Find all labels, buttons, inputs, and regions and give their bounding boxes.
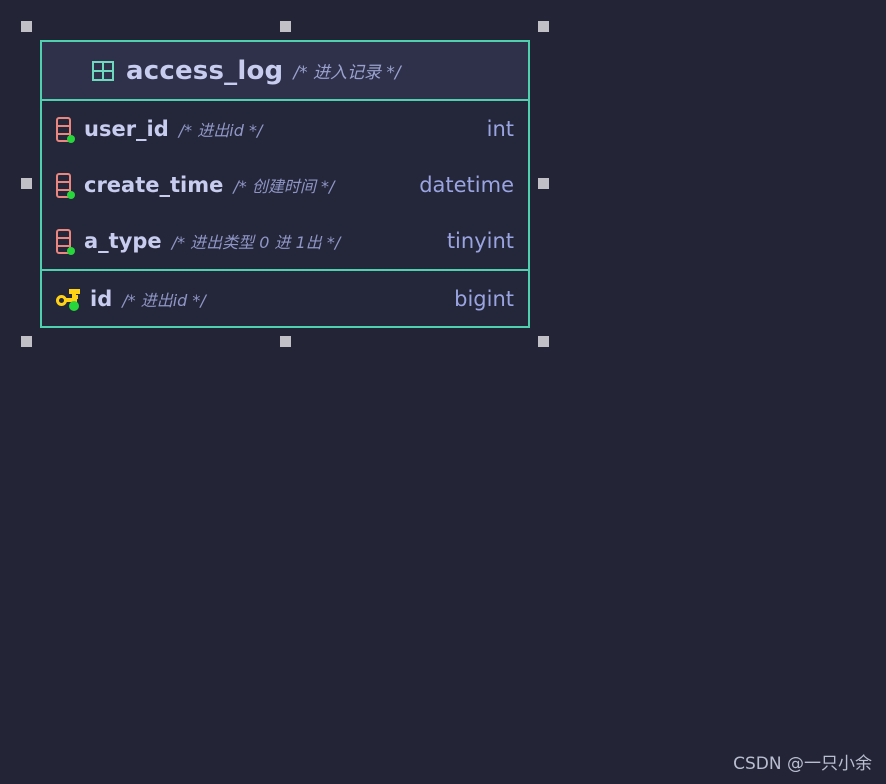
entity-title: access_log bbox=[126, 55, 284, 86]
field-comment: /* 进出id */ bbox=[178, 121, 263, 140]
table-grid-icon bbox=[92, 60, 114, 81]
field-type: bigint bbox=[454, 286, 514, 311]
resize-handle-top-right[interactable] bbox=[538, 21, 549, 32]
entity-table-access-log[interactable]: access_log /* 进入记录 */ user_id /* 进出id */… bbox=[40, 40, 530, 328]
field-comment: /* 创建时间 */ bbox=[233, 177, 335, 196]
resize-handle-bottom-center[interactable] bbox=[280, 336, 291, 347]
field-name: a_type bbox=[84, 229, 162, 253]
resize-handle-top-left[interactable] bbox=[21, 21, 32, 32]
column-icon bbox=[56, 116, 75, 143]
table-row[interactable]: id /* 进出id */ bigint bbox=[42, 269, 528, 326]
field-name: create_time bbox=[84, 173, 224, 197]
field-name: id bbox=[90, 286, 113, 311]
field-type: tinyint bbox=[446, 229, 514, 253]
primary-key-icon bbox=[56, 288, 82, 311]
column-icon bbox=[56, 228, 75, 255]
entity-selection-wrapper[interactable]: access_log /* 进入记录 */ user_id /* 进出id */… bbox=[21, 21, 549, 347]
resize-handle-middle-right[interactable] bbox=[538, 178, 549, 189]
column-icon bbox=[56, 172, 75, 199]
watermark: CSDN @一只小余 bbox=[733, 754, 872, 774]
field-type: datetime bbox=[419, 173, 514, 197]
resize-handle-top-center[interactable] bbox=[280, 21, 291, 32]
diagram-canvas[interactable]: access_log /* 进入记录 */ user_id /* 进出id */… bbox=[0, 0, 886, 784]
entity-header[interactable]: access_log /* 进入记录 */ bbox=[42, 42, 528, 101]
field-name: user_id bbox=[84, 117, 169, 141]
field-comment: /* 进出id */ bbox=[122, 290, 206, 310]
resize-handle-middle-left[interactable] bbox=[21, 178, 32, 189]
field-type: int bbox=[486, 117, 514, 141]
entity-field-list: user_id /* 进出id */ int create_time /* 创建… bbox=[42, 101, 528, 326]
field-comment: /* 进出类型 0 进 1出 */ bbox=[171, 233, 341, 252]
table-row[interactable]: a_type /* 进出类型 0 进 1出 */ tinyint bbox=[42, 213, 528, 269]
table-row[interactable]: create_time /* 创建时间 */ datetime bbox=[42, 157, 528, 213]
entity-title-comment: /* 进入记录 */ bbox=[293, 63, 401, 83]
table-row[interactable]: user_id /* 进出id */ int bbox=[42, 101, 528, 157]
resize-handle-bottom-right[interactable] bbox=[538, 336, 549, 347]
resize-handle-bottom-left[interactable] bbox=[21, 336, 32, 347]
